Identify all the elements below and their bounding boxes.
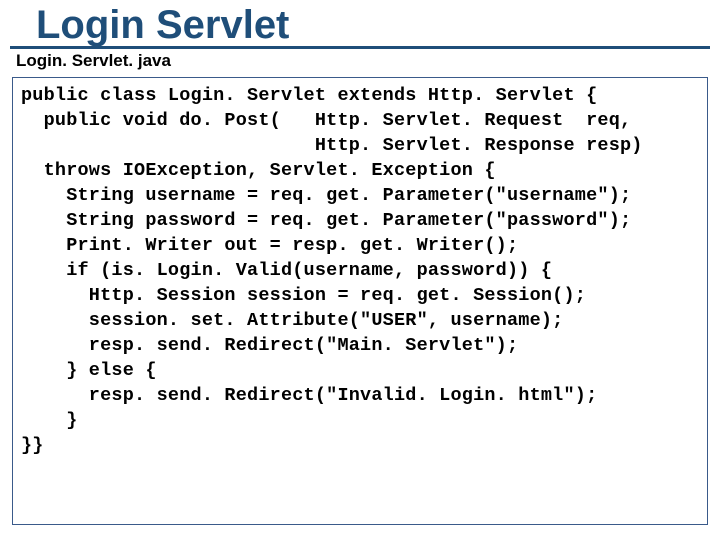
- file-name-label: Login. Servlet. java: [0, 49, 720, 77]
- slide: Login Servlet Login. Servlet. java publi…: [0, 0, 720, 540]
- slide-title: Login Servlet: [10, 0, 710, 49]
- code-content: public class Login. Servlet extends Http…: [21, 84, 699, 459]
- code-container: public class Login. Servlet extends Http…: [12, 77, 708, 525]
